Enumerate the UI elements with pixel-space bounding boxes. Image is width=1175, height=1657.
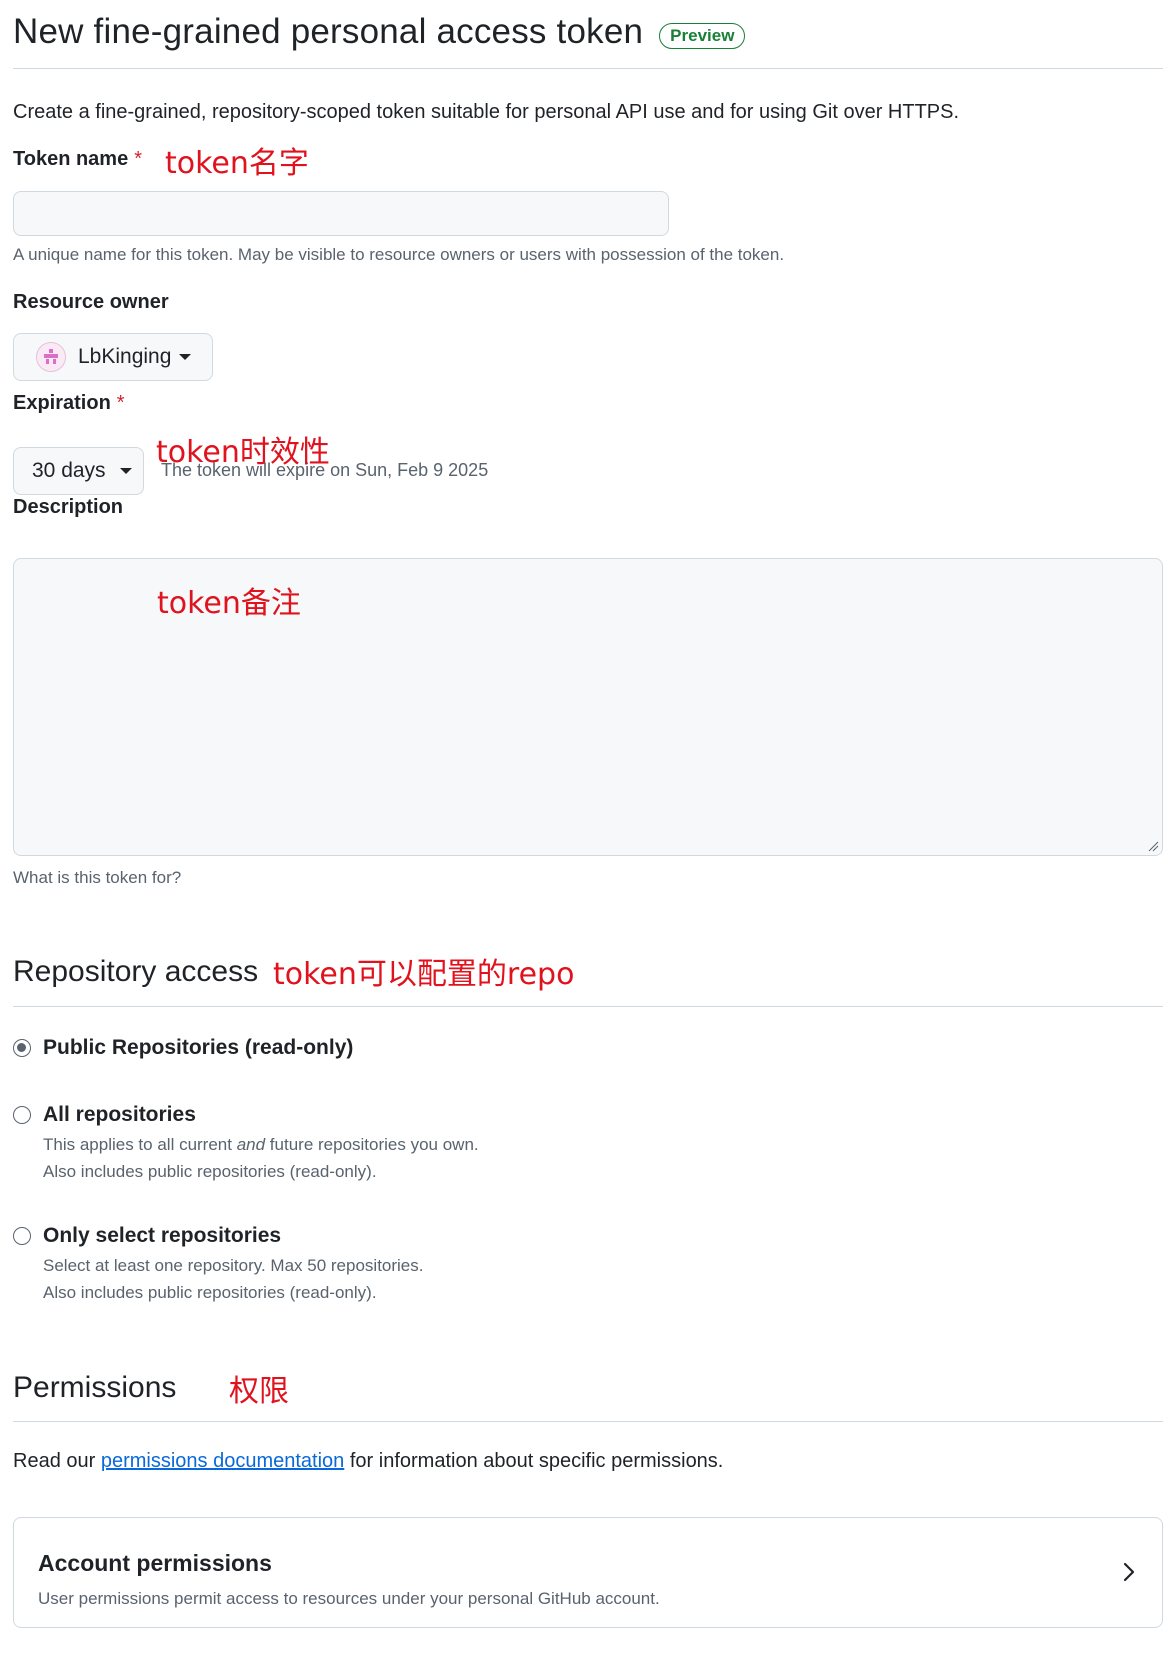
permissions-title: Permissions: [13, 1371, 177, 1404]
permissions-text-post: for information about specific permissio…: [344, 1450, 724, 1472]
radio-button[interactable]: [13, 1039, 31, 1057]
radio-label: All repositories: [43, 1103, 196, 1126]
chevron-down-icon: [119, 468, 132, 474]
account-permissions-title: Account permissions: [38, 1550, 272, 1576]
resource-owner-value: LbKinging: [78, 345, 172, 368]
token-name-hint: A unique name for this token. May be vis…: [13, 245, 785, 264]
permissions-text: Read our permissions documentation for i…: [13, 1450, 723, 1473]
expiration-label-text: Expiration: [13, 392, 111, 414]
permissions-documentation-link[interactable]: permissions documentation: [101, 1450, 344, 1472]
repository-divider: [13, 1006, 1163, 1007]
radio-description: This applies to all current and future r…: [43, 1135, 479, 1155]
permissions-text-pre: Read our: [13, 1450, 101, 1472]
page-title: New fine-grained personal access token: [13, 12, 644, 51]
expiration-dropdown[interactable]: 30 days: [13, 447, 144, 495]
resource-owner-dropdown[interactable]: LbKinging: [13, 333, 213, 381]
account-permissions-panel[interactable]: Account permissions User permissions per…: [13, 1517, 1163, 1628]
permissions-divider: [13, 1421, 1163, 1422]
description-hint: What is this token for?: [13, 868, 182, 887]
token-name-label-text: Token name: [13, 148, 129, 170]
title-row: New fine-grained personal access token P…: [13, 12, 746, 52]
avatar: [36, 342, 66, 372]
radio-description-text: future repositories you own.: [265, 1135, 479, 1154]
chevron-right-icon[interactable]: [1122, 1560, 1136, 1584]
required-mark: *: [116, 392, 125, 414]
intro-text: Create a fine-grained, repository-scoped…: [13, 101, 960, 123]
radio-label: Public Repositories (read-only): [43, 1036, 354, 1059]
radio-description: Select at least one repository. Max 50 r…: [43, 1256, 424, 1275]
annotation-description: token备注: [157, 586, 301, 621]
expiration-label: Expiration *: [13, 392, 125, 415]
radio-description-emphasis: and: [236, 1135, 266, 1154]
radio-description-text: This applies to all current: [43, 1135, 237, 1154]
token-name-label: Token name *: [13, 148, 142, 171]
annotation-permissions: 权限: [229, 1374, 289, 1409]
radio-button[interactable]: [13, 1227, 31, 1245]
annotation-repository: token可以配置的repo: [273, 957, 575, 992]
chevron-down-icon: [179, 354, 192, 360]
avatar-identicon: [44, 349, 58, 364]
annotation-token-name: token名字: [165, 146, 309, 181]
repository-access-title: Repository access: [13, 955, 259, 988]
title-divider: [13, 68, 1163, 69]
resource-owner-label: Resource owner: [13, 291, 169, 313]
radio-description: Also includes public repositories (read-…: [43, 1283, 377, 1302]
account-permissions-description: User permissions permit access to resour…: [38, 1589, 660, 1608]
expiration-value: 30 days: [32, 459, 106, 482]
required-mark: *: [134, 148, 143, 170]
radio-label: Only select repositories: [43, 1224, 282, 1247]
token-name-input[interactable]: [13, 191, 669, 236]
radio-button[interactable]: [13, 1106, 31, 1124]
preview-badge: Preview: [659, 23, 746, 49]
resize-grip-icon[interactable]: [1147, 840, 1159, 852]
annotation-expiration: token时效性: [156, 435, 330, 470]
description-label: Description: [13, 496, 124, 518]
radio-description: Also includes public repositories (read-…: [43, 1162, 377, 1181]
